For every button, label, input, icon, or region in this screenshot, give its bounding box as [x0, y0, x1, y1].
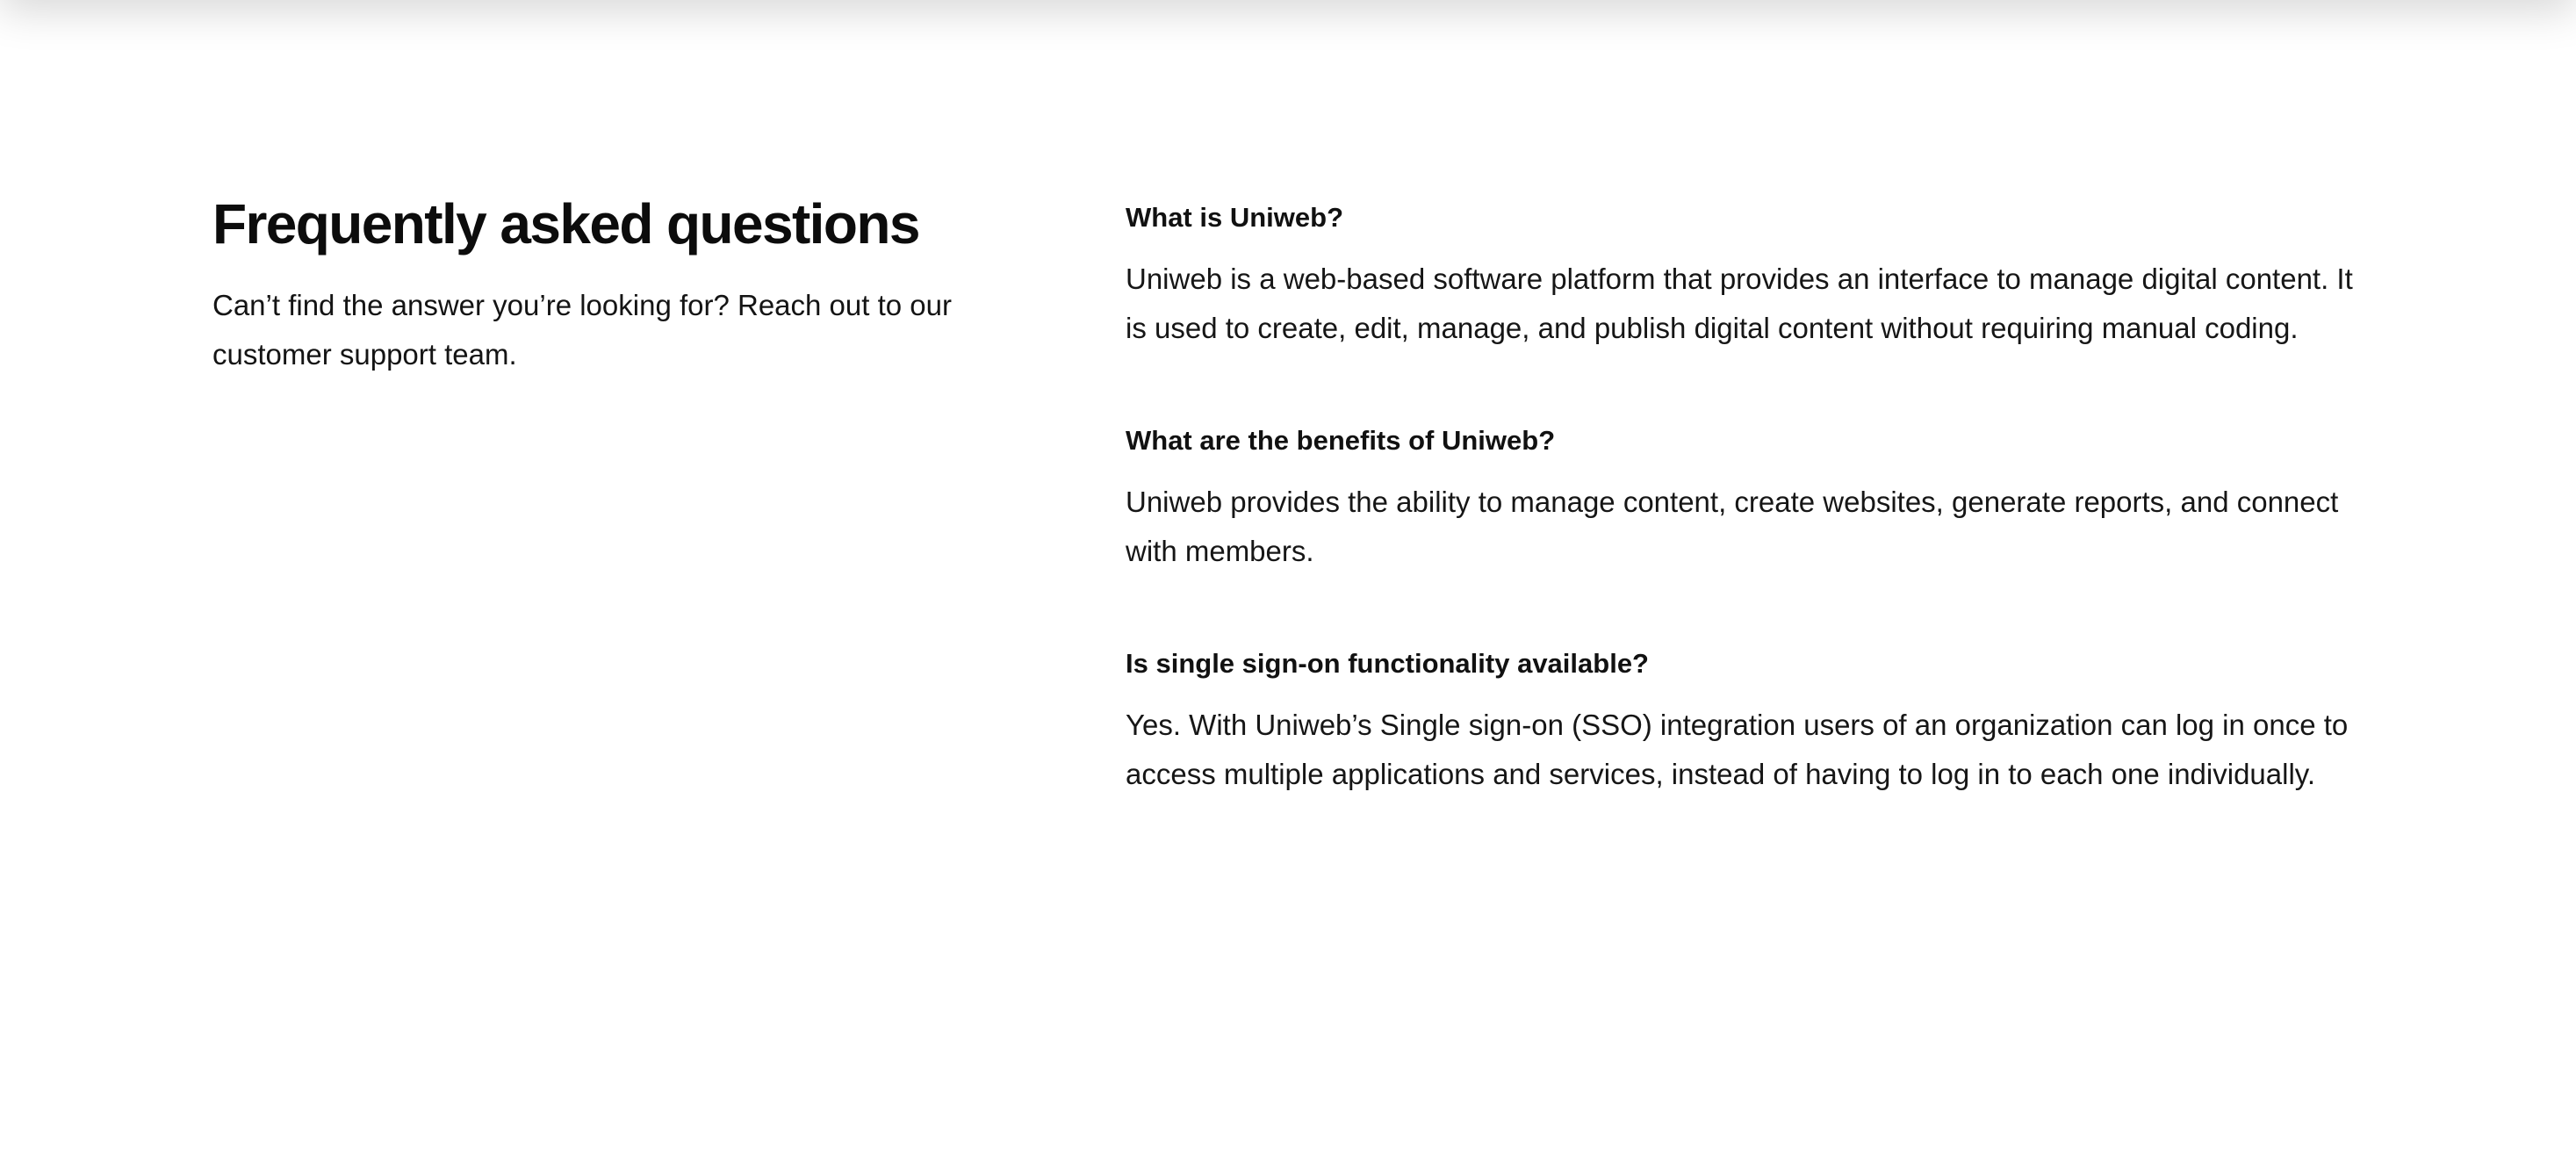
faq-subtitle: Can’t find the answer you’re looking for…	[212, 289, 952, 371]
faq-intro: Frequently asked questions Can’t find th…	[212, 190, 1003, 379]
faq-answer: Yes. With Uniweb’s Single sign-on (SSO) …	[1126, 709, 2349, 790]
faq-item: What is Uniweb? Uniweb is a web-based so…	[1126, 197, 2372, 353]
faq-question: What is Uniweb?	[1126, 202, 1343, 233]
faq-title: Frequently asked questions	[212, 192, 920, 256]
faq-item: What are the benefits of Uniweb? Uniweb …	[1126, 420, 2372, 576]
faq-section: Frequently asked questions Can’t find th…	[0, 0, 2576, 1159]
faq-item: Is single sign-on functionality availabl…	[1126, 643, 2372, 799]
faq-question: Is single sign-on functionality availabl…	[1126, 648, 1649, 679]
faq-answer: Uniweb is a web-based software platform …	[1126, 263, 2353, 344]
faq-answer: Uniweb provides the ability to manage co…	[1126, 486, 2339, 567]
faq-list: What is Uniweb? Uniweb is a web-based so…	[1126, 197, 2372, 866]
faq-question: What are the benefits of Uniweb?	[1126, 425, 1556, 456]
page: Frequently asked questions Can’t find th…	[0, 0, 2576, 1159]
